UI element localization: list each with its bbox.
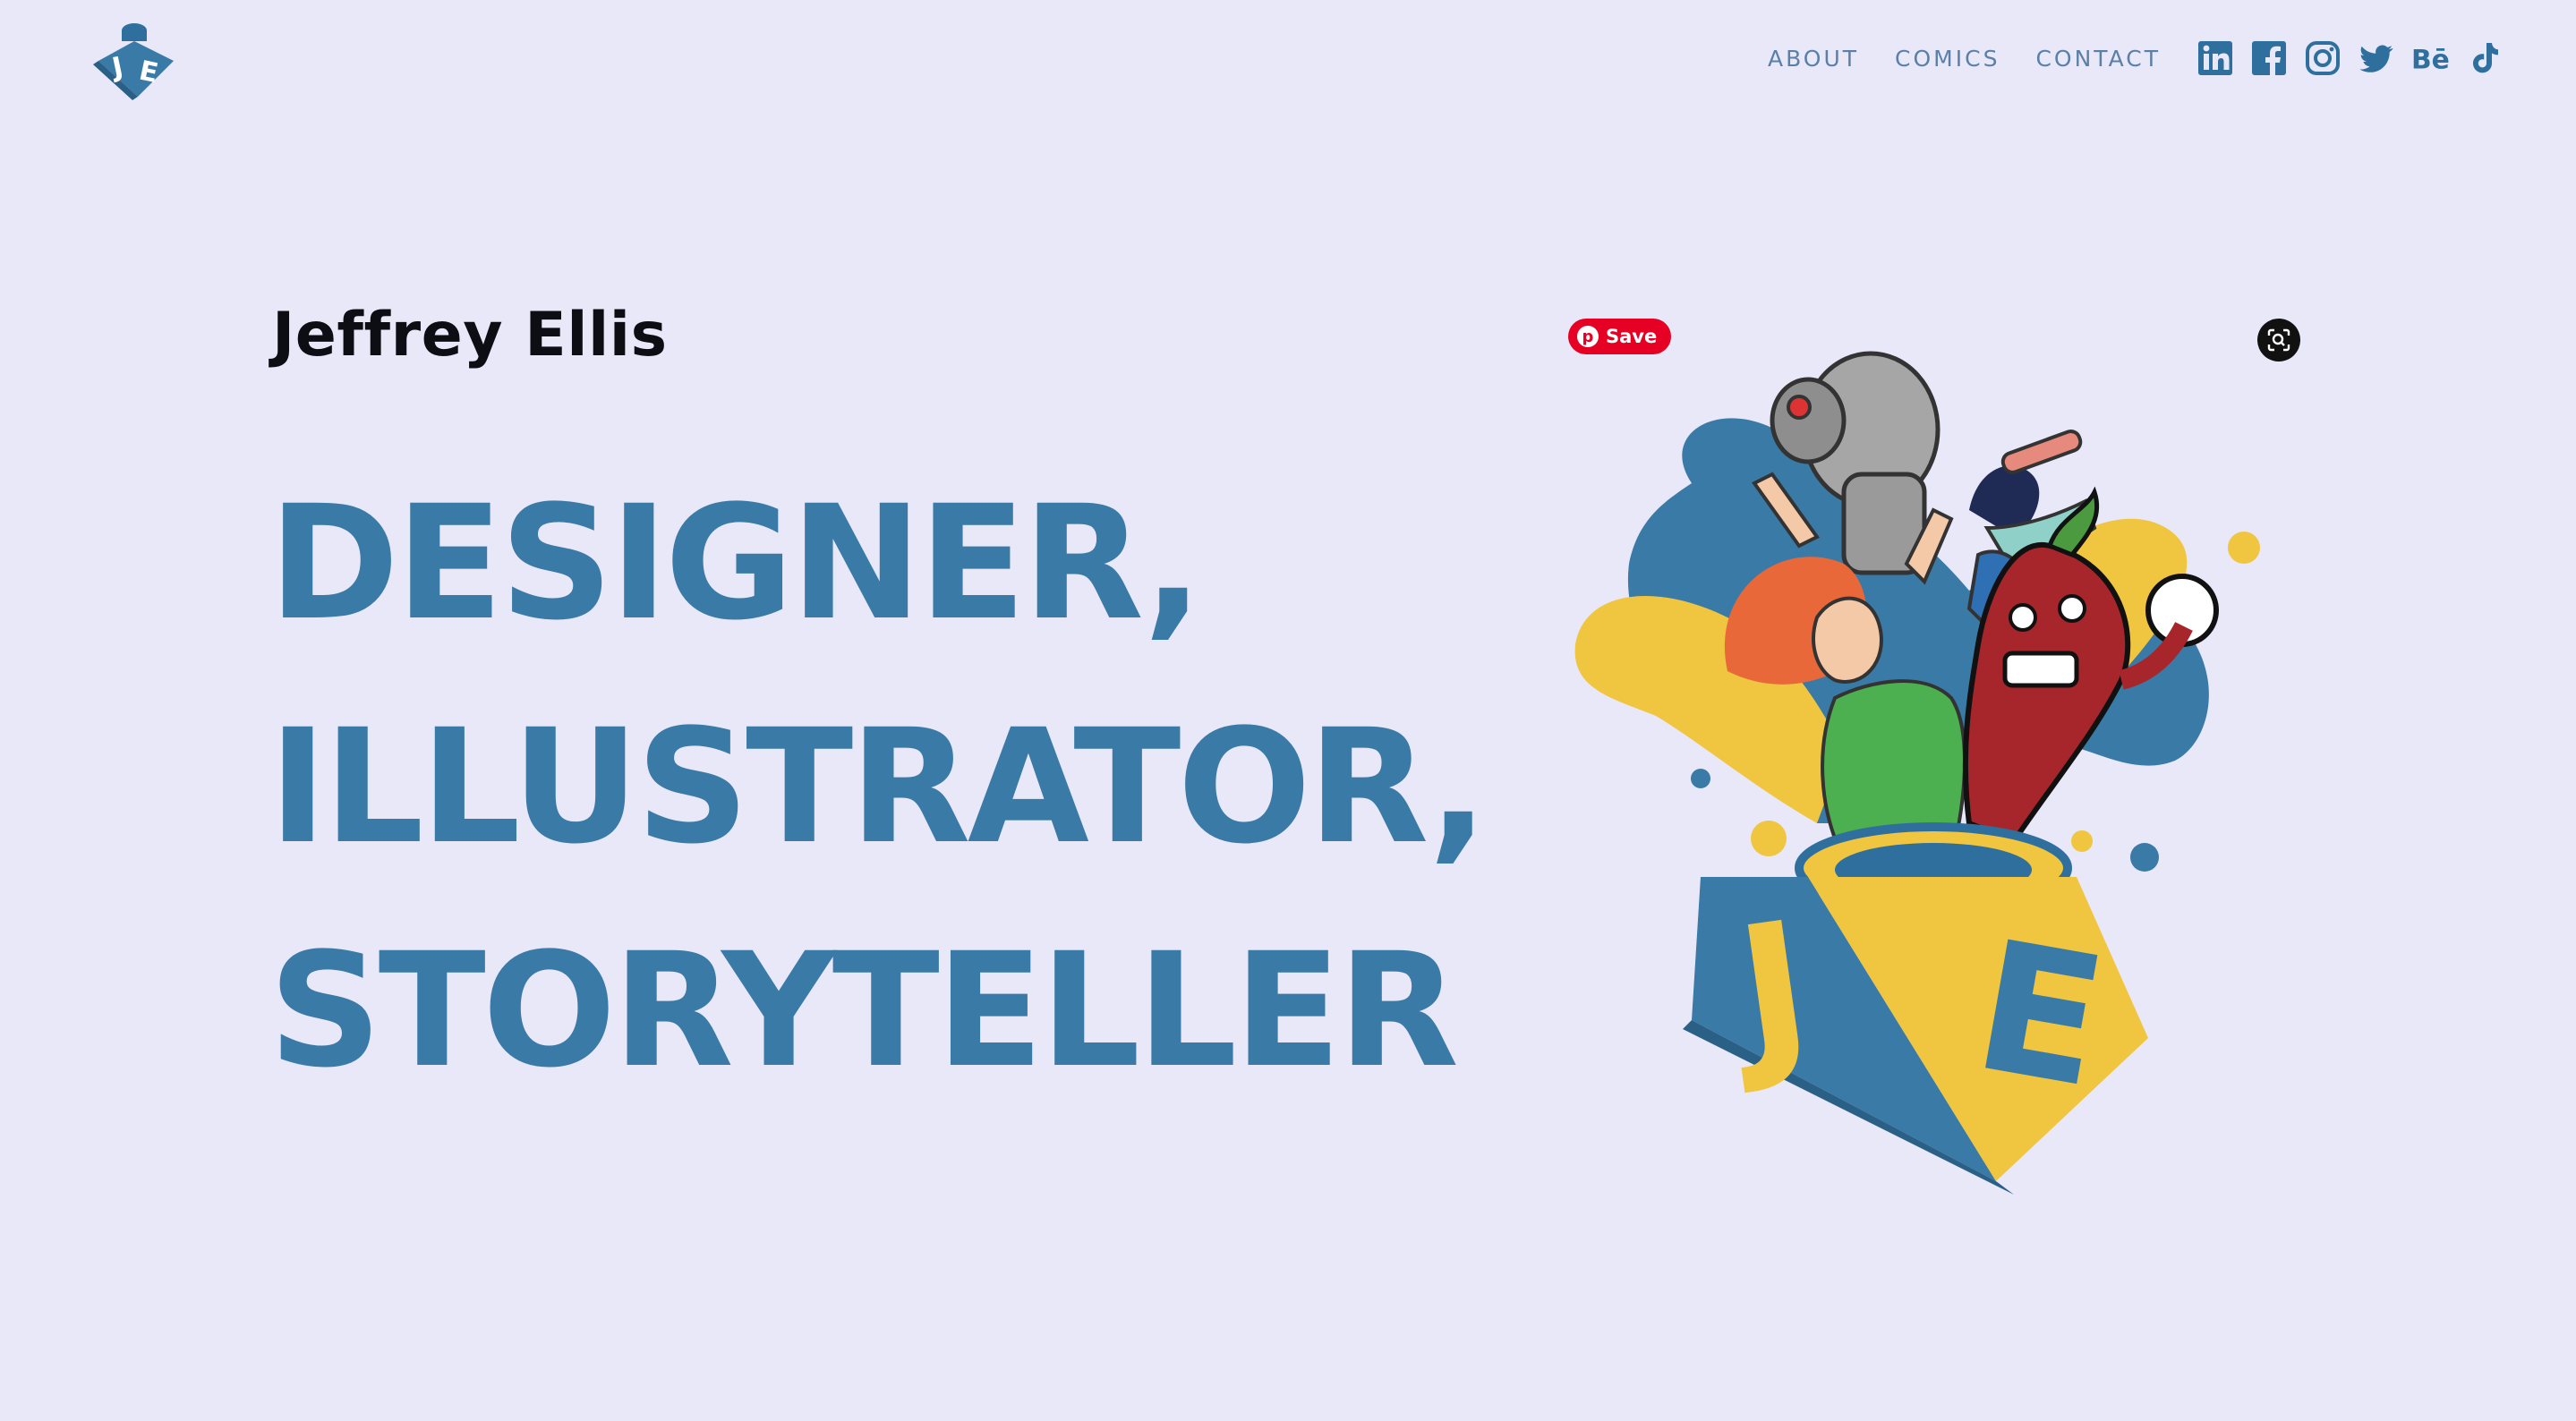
headline-line-illustrator: ILLUSTRATOR, bbox=[269, 695, 1488, 879]
lens-search-icon bbox=[2267, 328, 2290, 352]
dot bbox=[1691, 769, 1710, 788]
facebook-icon[interactable] bbox=[2250, 39, 2288, 77]
pinterest-save-button[interactable]: p Save bbox=[1568, 319, 1672, 354]
dot bbox=[2130, 843, 2159, 872]
hero-illustration: JE J E bbox=[1548, 322, 2318, 1199]
dot bbox=[2228, 532, 2260, 564]
characters-bursting-from-box-illustration: JE J E bbox=[1574, 351, 2260, 1195]
nav-about[interactable]: ABOUT bbox=[1768, 46, 1859, 72]
nav-comics[interactable]: COMICS bbox=[1895, 46, 2000, 72]
je-box: JE J E bbox=[1683, 822, 2148, 1195]
instagram-icon[interactable] bbox=[2304, 39, 2341, 77]
twitter-icon[interactable] bbox=[2358, 39, 2395, 77]
linkedin-icon[interactable] bbox=[2196, 39, 2234, 77]
visual-search-button[interactable] bbox=[2257, 319, 2300, 362]
social-links: Bē bbox=[2196, 39, 2503, 77]
headline-line-designer: DESIGNER, bbox=[269, 472, 1203, 655]
site-logo[interactable]: J E bbox=[88, 18, 181, 102]
svg-text:Bē: Bē bbox=[2411, 44, 2449, 75]
tiktok-icon[interactable] bbox=[2465, 39, 2503, 77]
pinterest-icon: p bbox=[1577, 326, 1599, 347]
author-name: Jeffrey Ellis bbox=[272, 300, 668, 370]
nav-contact[interactable]: CONTACT bbox=[2035, 46, 2161, 72]
page: J E ABOUT COMICS CONTACT Bē Jeffrey Elli… bbox=[0, 0, 2576, 1421]
dot bbox=[2071, 830, 2093, 852]
je-logo-icon: J E bbox=[93, 23, 174, 100]
hero-headline: DESIGNER, ILLUSTRATOR, STORYTELLER bbox=[269, 452, 1488, 1123]
dot bbox=[1751, 821, 1787, 856]
pinterest-save-label: Save bbox=[1606, 326, 1658, 347]
main-nav: ABOUT COMICS CONTACT Bē bbox=[1768, 39, 2503, 77]
headline-line-storyteller: STORYTELLER bbox=[269, 919, 1459, 1102]
behance-icon[interactable]: Bē bbox=[2411, 39, 2449, 77]
